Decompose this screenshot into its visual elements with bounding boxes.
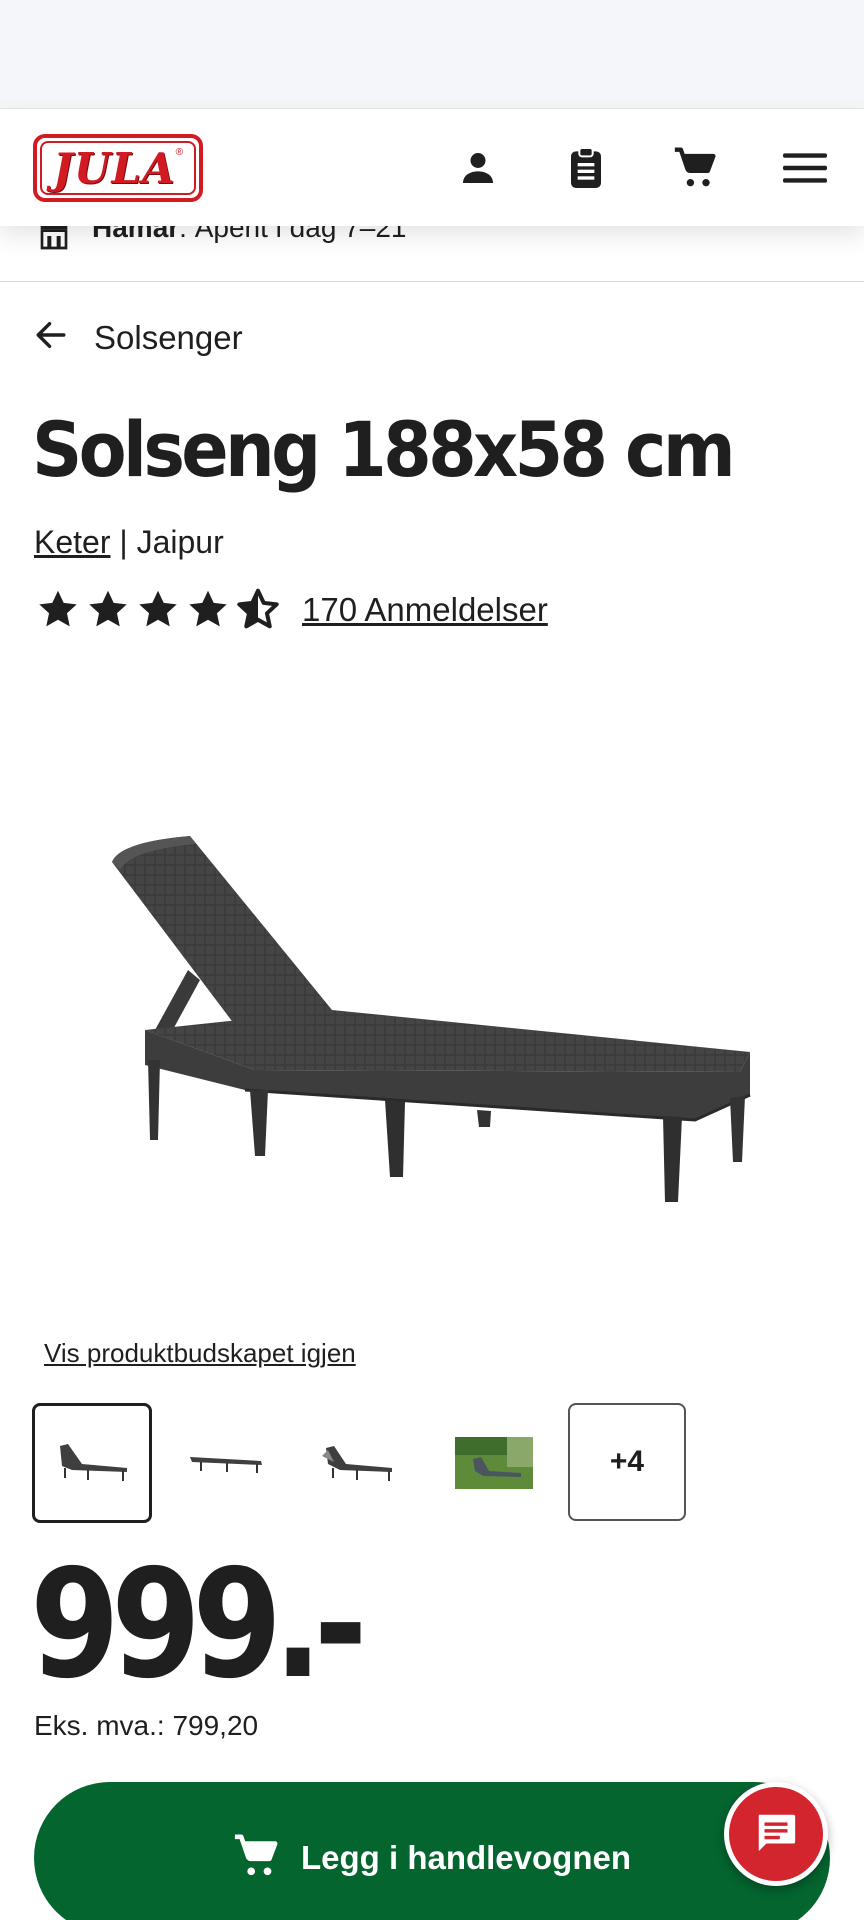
- chat-icon: [753, 1809, 799, 1860]
- logo-text: JULA: [53, 143, 176, 193]
- product-price: 999.-: [30, 1538, 367, 1712]
- site-header: JULA ®: [0, 108, 864, 226]
- thumbnail[interactable]: [32, 1403, 152, 1523]
- product-image[interactable]: [100, 820, 760, 1240]
- product-title: Solseng 188x58 cm: [32, 405, 736, 494]
- thumbnail[interactable]: [166, 1403, 286, 1523]
- arrow-left-icon: [34, 318, 68, 357]
- star-half-icon: [237, 588, 279, 629]
- thumbnail[interactable]: [300, 1403, 420, 1523]
- star-icon: [189, 590, 227, 627]
- logo-frame: JULA ®: [40, 141, 196, 195]
- account-icon[interactable]: [455, 145, 501, 191]
- product-brand-row: Keter | Jaipur: [34, 524, 224, 561]
- breadcrumb-label: Solsenger: [94, 318, 243, 356]
- restore-product-message-link[interactable]: Vis produktbudskapet igjen: [44, 1338, 356, 1369]
- cart-icon: [233, 1833, 279, 1884]
- brand-link[interactable]: Keter: [34, 524, 110, 560]
- price-ex-vat: Eks. mva.: 799,20: [34, 1710, 259, 1741]
- star-icon: [139, 590, 177, 627]
- add-to-cart-label: Legg i handlevognen: [300, 1839, 632, 1876]
- star-rating: [36, 588, 280, 632]
- more-images-button[interactable]: +4: [568, 1403, 686, 1521]
- rating-row[interactable]: 170 Anmeldelser: [36, 588, 548, 632]
- breadcrumb-back[interactable]: Solsenger: [34, 318, 243, 357]
- jula-logo[interactable]: JULA ®: [33, 134, 203, 202]
- chat-button[interactable]: [724, 1782, 828, 1886]
- product-series: Jaipur: [136, 524, 224, 560]
- cart-icon[interactable]: [672, 145, 718, 191]
- star-icon: [89, 590, 127, 627]
- thumbnail[interactable]: [434, 1403, 554, 1523]
- reviews-link[interactable]: 170 Anmeldelser: [302, 591, 548, 629]
- status-bar: [0, 0, 864, 108]
- star-icon: [39, 590, 77, 627]
- add-to-cart-button[interactable]: Legg i handlevognen: [34, 1782, 830, 1920]
- thumbnail-strip: +4: [32, 1403, 700, 1523]
- menu-icon[interactable]: [782, 145, 828, 191]
- brand-separator: |: [110, 524, 137, 560]
- logo-registered-mark: ®: [175, 147, 183, 158]
- clipboard-icon[interactable]: [563, 145, 609, 191]
